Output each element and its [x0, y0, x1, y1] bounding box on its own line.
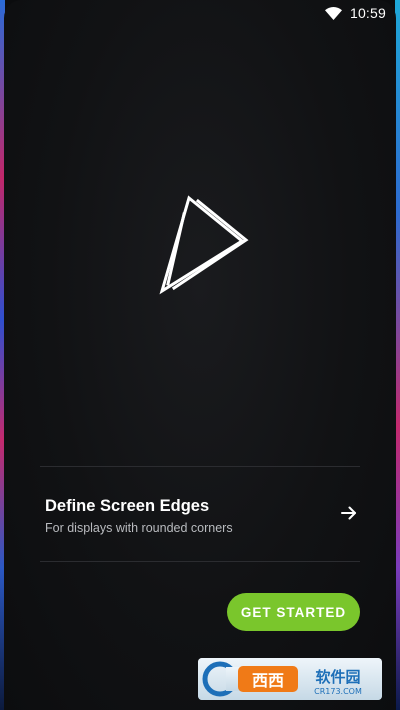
define-screen-edges-option[interactable]: Define Screen Edges For displays with ro… — [40, 467, 360, 561]
divider-bottom — [40, 561, 360, 562]
svg-text:CR173.COM: CR173.COM — [314, 687, 362, 696]
svg-text:软件园: 软件园 — [315, 668, 360, 686]
device-frame: 10:59 Define Screen Edges For displays w… — [0, 0, 400, 710]
arrow-right-icon[interactable] — [340, 504, 358, 522]
option-title: Define Screen Edges — [45, 497, 210, 515]
wifi-icon — [324, 6, 342, 20]
svg-text:西西: 西西 — [252, 671, 284, 690]
option-subtitle: For displays with rounded corners — [45, 521, 233, 535]
get-started-button[interactable]: GET STARTED — [227, 593, 360, 631]
triangle-play-logo-icon — [159, 195, 249, 295]
status-time: 10:59 — [349, 5, 386, 21]
status-bar: 10:59 — [324, 0, 396, 26]
watermark-logo: 西西 软件园 CR173.COM — [198, 658, 382, 700]
app-screen: 10:59 Define Screen Edges For displays w… — [4, 0, 396, 710]
